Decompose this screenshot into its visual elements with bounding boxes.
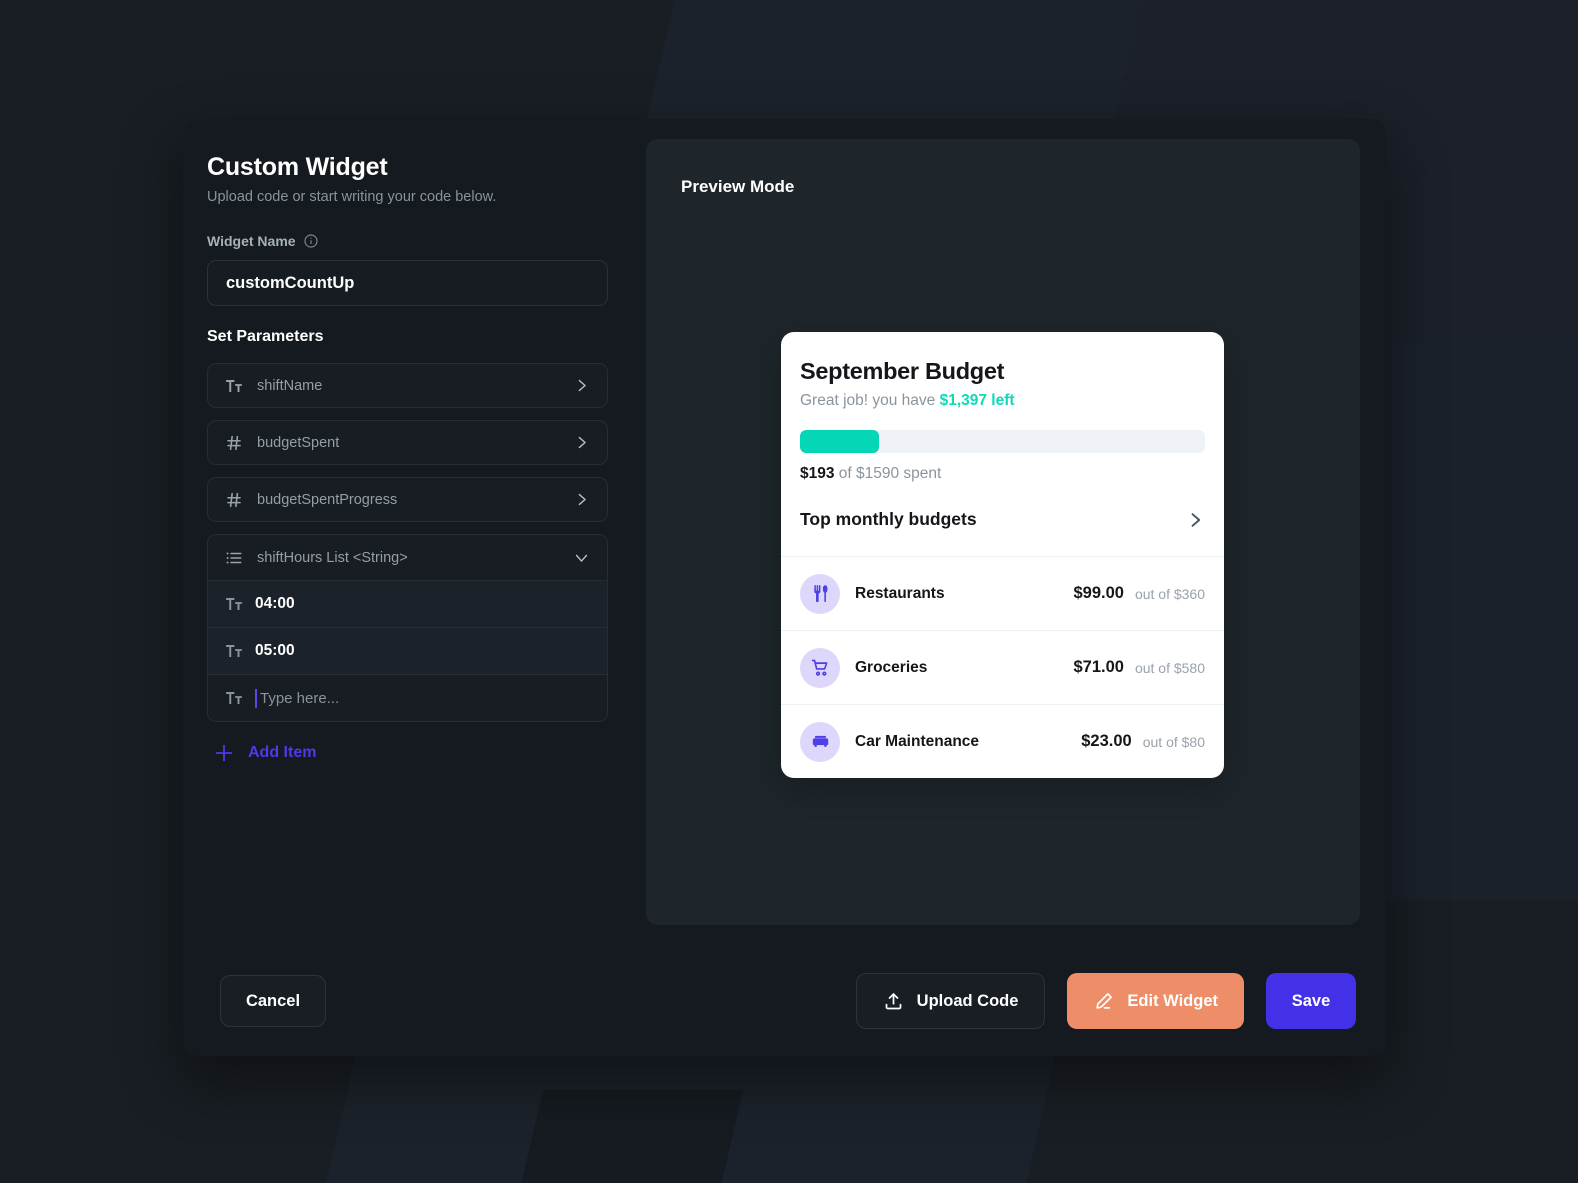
subtitle-prefix: Great job! you have (800, 392, 940, 409)
edit-widget-button[interactable]: Edit Widget (1067, 973, 1244, 1029)
list-item-value: 05:00 (255, 642, 295, 659)
list-item-new-input[interactable]: Type here... (208, 674, 607, 721)
budget-progress-fill (800, 430, 879, 453)
number-type-icon (225, 491, 243, 509)
parameter-row-budgetspentprogress[interactable]: budgetSpentProgress (207, 477, 608, 522)
chevron-right-icon[interactable] (1185, 510, 1205, 530)
budget-widget-card: September Budget Great job! you have $1,… (781, 332, 1224, 778)
budget-card-header: September Budget Great job! you have $1,… (781, 358, 1224, 556)
parameter-name: shiftName (257, 377, 323, 394)
dialog-footer: Cancel Upload Code Edit Widget Save (183, 946, 1386, 1056)
category-amount: $99.00 (1073, 584, 1124, 602)
parameter-name: shiftHours List <String> (257, 549, 408, 566)
car-icon (800, 721, 840, 762)
category-name: Groceries (855, 658, 928, 676)
spent-rest: of $1590 spent (834, 465, 942, 482)
preview-mode-label: Preview Mode (681, 177, 795, 196)
page-title: Custom Widget (207, 153, 388, 181)
parameters-list: shiftName budgetSpent budgetSpentProgres… (207, 363, 608, 722)
budget-progress-bar (800, 430, 1205, 453)
upload-code-label: Upload Code (916, 991, 1019, 1010)
subtitle-highlight: $1,397 left (939, 392, 1015, 409)
pencil-icon (1093, 991, 1114, 1012)
category-name: Car Maintenance (855, 732, 980, 750)
category-limit: out of $580 (1134, 659, 1205, 676)
plus-icon (213, 742, 235, 764)
footer-actions: Upload Code Edit Widget Save (855, 973, 1356, 1029)
parameter-name: budgetSpentProgress (257, 491, 398, 508)
text-type-icon (225, 595, 243, 613)
text-type-icon (225, 689, 243, 707)
spent-amount: $193 (800, 465, 835, 482)
bg-shape (496, 1090, 744, 1183)
widget-name-label: Widget Name (207, 233, 296, 249)
widget-name-input[interactable]: customCountUp (207, 260, 608, 306)
chevron-right-icon[interactable] (573, 434, 590, 451)
list-item-placeholder: Type here... (260, 689, 340, 707)
widget-name-value: customCountUp (226, 273, 355, 292)
parameter-name: budgetSpent (257, 434, 340, 451)
budget-card-subtitle: Great job! you have $1,397 left (800, 392, 1205, 410)
widget-config-pane: Custom Widget Upload code or start writi… (183, 119, 632, 1056)
number-type-icon (225, 434, 243, 452)
upload-code-button[interactable]: Upload Code (855, 973, 1046, 1029)
parameter-group-shifthours: shiftHours List <String> 04:00 05:00 Typ… (207, 534, 608, 722)
budget-category-row[interactable]: Groceries $71.00 out of $580 (781, 630, 1224, 704)
list-item[interactable]: 05:00 (208, 627, 607, 674)
preview-panel: Preview Mode September Budget Great job!… (646, 139, 1360, 925)
parameter-row-budgetspent[interactable]: budgetSpent (207, 420, 608, 465)
list-item-value: 04:00 (255, 595, 295, 612)
text-type-icon (225, 642, 243, 660)
shopping-cart-icon (800, 647, 840, 688)
category-name: Restaurants (855, 584, 945, 602)
add-item-button[interactable]: Add Item (207, 742, 608, 764)
category-limit: out of $360 (1134, 585, 1205, 602)
restaurant-icon (800, 573, 840, 614)
chevron-right-icon[interactable] (573, 377, 590, 394)
category-amount: $71.00 (1073, 658, 1124, 676)
edit-widget-label: Edit Widget (1127, 991, 1218, 1010)
widget-name-label-row: Widget Name (207, 233, 608, 249)
text-cursor (255, 688, 257, 708)
budget-card-title: September Budget (800, 358, 1005, 384)
info-icon[interactable] (303, 233, 319, 249)
budget-category-row[interactable]: Car Maintenance $23.00 out of $80 (781, 704, 1224, 778)
set-parameters-heading: Set Parameters (207, 328, 324, 345)
budget-spent-text: $193 of $1590 spent (800, 465, 1205, 483)
parameter-row-shiftname[interactable]: shiftName (207, 363, 608, 408)
list-type-icon (225, 549, 243, 567)
list-item[interactable]: 04:00 (208, 580, 607, 627)
upload-icon (883, 991, 904, 1012)
top-monthly-budgets-label: Top monthly budgets (800, 509, 977, 529)
custom-widget-dialog: Custom Widget Upload code or start writi… (183, 119, 1386, 1056)
save-button[interactable]: Save (1266, 973, 1356, 1029)
category-amount: $23.00 (1081, 732, 1132, 750)
preview-pane: Preview Mode September Budget Great job!… (632, 119, 1386, 1056)
parameter-row-shifthours[interactable]: shiftHours List <String> (208, 535, 607, 580)
add-item-label: Add Item (248, 744, 317, 761)
text-type-icon (225, 377, 243, 395)
chevron-down-icon[interactable] (573, 549, 590, 566)
budget-category-row[interactable]: Restaurants $99.00 out of $360 (781, 556, 1224, 630)
page-subtitle: Upload code or start writing your code b… (207, 189, 497, 205)
cancel-button[interactable]: Cancel (220, 975, 326, 1027)
top-monthly-budgets-row[interactable]: Top monthly budgets (800, 509, 1205, 556)
chevron-right-icon[interactable] (573, 491, 590, 508)
category-limit: out of $80 (1142, 733, 1205, 750)
